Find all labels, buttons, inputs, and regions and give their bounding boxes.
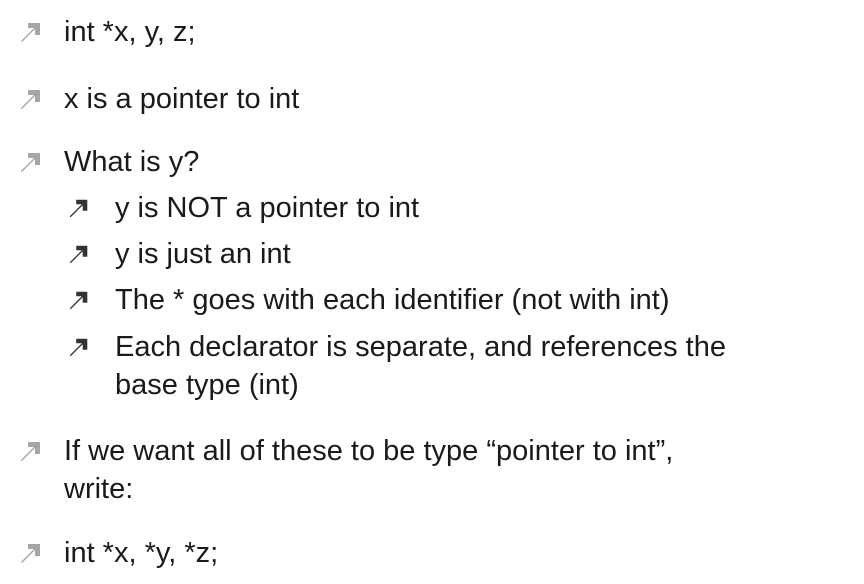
bullet-text: int *x, y, z;: [64, 16, 196, 48]
arrow-bullet-icon: [67, 196, 91, 220]
bullet-text: y is just an int: [115, 238, 291, 270]
bullet-text-continuation: write:: [64, 473, 134, 505]
arrow-bullet-icon: [18, 541, 44, 565]
arrow-bullet-icon: [18, 439, 44, 463]
bullet-text: If we want all of these to be type “poin…: [64, 435, 674, 467]
arrow-bullet-icon: [67, 288, 91, 312]
bullet-text: What is y?: [64, 146, 200, 178]
bullet-text: y is NOT a pointer to int: [115, 192, 420, 224]
bullet-text: int *x, *y, *z;: [64, 537, 219, 569]
bullet-text: The * goes with each identifier (not wit…: [115, 284, 670, 316]
arrow-bullet-icon: [18, 150, 44, 174]
arrow-bullet-icon: [18, 87, 44, 111]
bullet-text-continuation: base type (int): [115, 369, 299, 401]
arrow-bullet-icon: [67, 335, 91, 359]
bullet-text: x is a pointer to int: [64, 83, 300, 115]
arrow-bullet-icon: [18, 20, 44, 44]
arrow-bullet-icon: [67, 242, 91, 266]
bullet-text: Each declarator is separate, and referen…: [115, 331, 726, 363]
